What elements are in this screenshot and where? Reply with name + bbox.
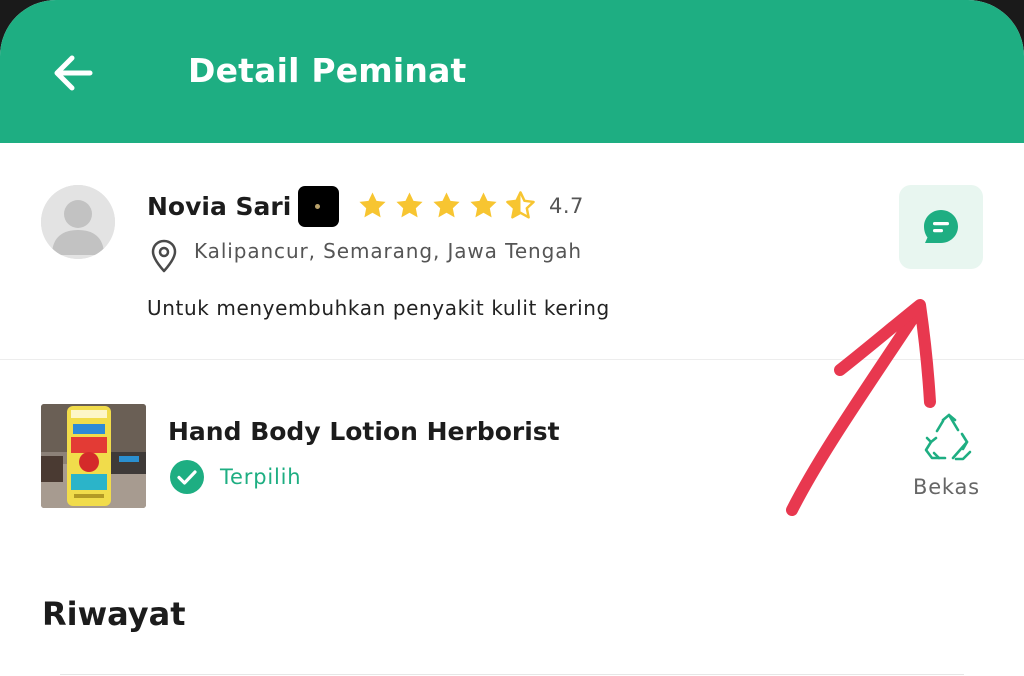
star-full-icon	[359, 192, 386, 218]
arrow-left-icon	[54, 55, 93, 91]
product-condition: Bekas	[913, 475, 980, 499]
star-full-icon	[433, 192, 460, 218]
user-location: Kalipancur, Semarang, Jawa Tengah	[194, 239, 582, 263]
recycle-icon	[924, 413, 972, 461]
back-button[interactable]	[44, 44, 102, 102]
app-bar: Detail Peminat	[0, 0, 1024, 143]
star-full-icon	[396, 192, 423, 218]
check-circle-icon	[170, 460, 204, 494]
request-reason: Untuk menyembuhkan penyakit kulit kering	[147, 296, 610, 320]
history-divider	[60, 674, 964, 675]
rating-value: 4.7	[549, 194, 584, 218]
chat-button[interactable]	[899, 185, 983, 269]
app-screen: Detail Peminat Novia Sari 4.7 Kalipancur…	[0, 0, 1024, 676]
rating-stars	[356, 189, 537, 222]
user-name: Novia Sari	[147, 192, 292, 221]
star-half-icon	[506, 191, 535, 219]
chat-icon	[924, 210, 958, 243]
section-divider	[0, 359, 1024, 360]
product-image	[41, 404, 146, 508]
default-avatar-icon	[41, 185, 115, 259]
page-title: Detail Peminat	[188, 51, 467, 90]
history-title: Riwayat	[42, 595, 186, 633]
badge-icon	[298, 186, 339, 227]
location-pin-icon	[151, 239, 177, 273]
selection-status: Terpilih	[220, 465, 302, 489]
avatar	[41, 185, 115, 259]
product-name: Hand Body Lotion Herborist	[168, 417, 560, 446]
star-full-icon	[470, 192, 497, 218]
